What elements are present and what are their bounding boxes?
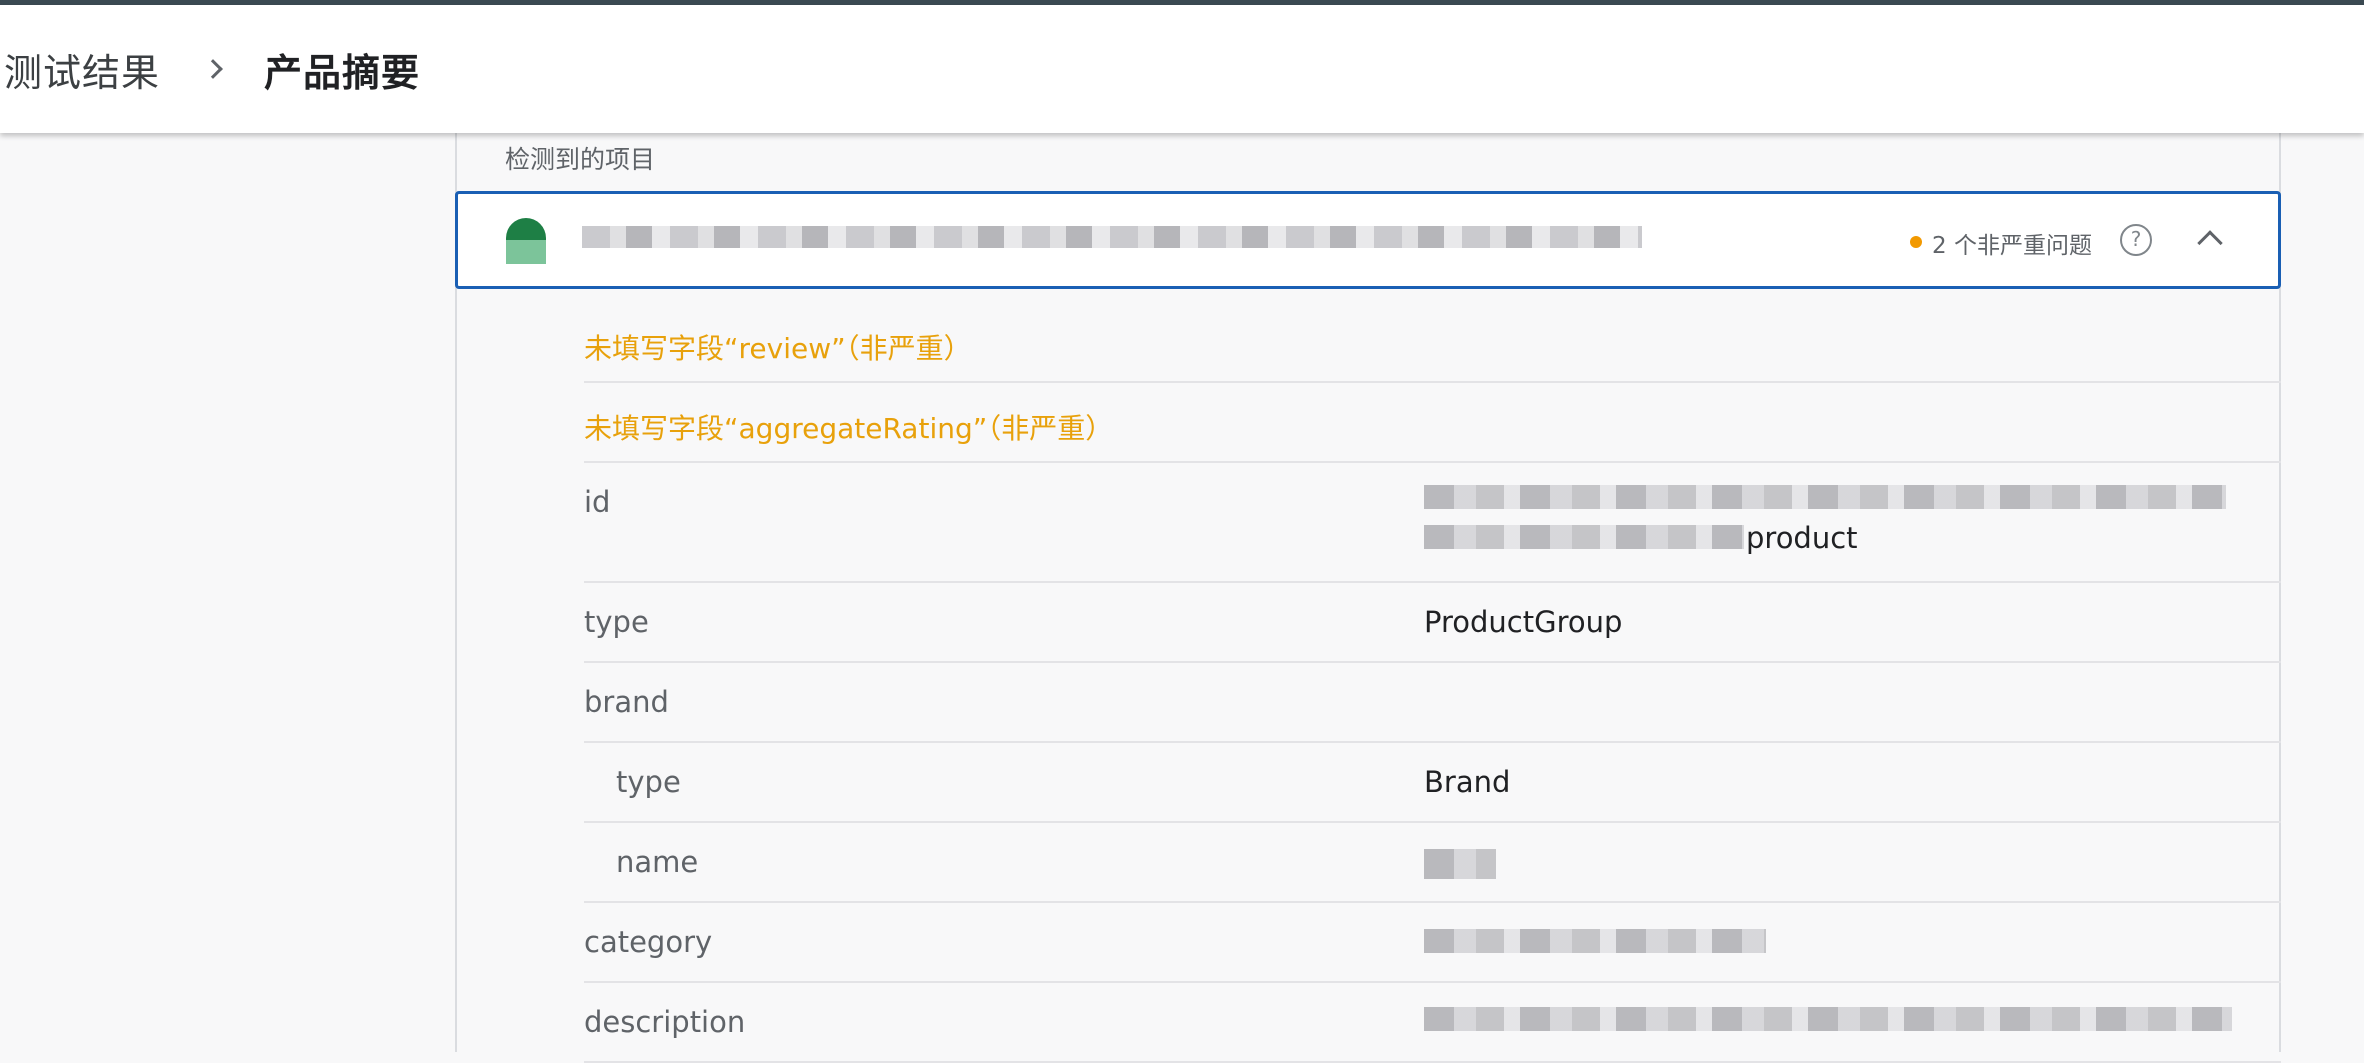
- redacted-value: [1424, 525, 1744, 549]
- warning-dot-icon: [1910, 236, 1922, 248]
- property-key: type: [584, 605, 649, 639]
- property-value: ProductGroup: [1424, 605, 1623, 639]
- item-name-redacted: [582, 226, 1642, 248]
- redacted-value: [1424, 929, 1766, 953]
- warning-text: 未填写字段“aggregateRating”（非严重）: [584, 412, 1114, 445]
- help-icon[interactable]: ?: [2120, 224, 2152, 256]
- property-row-brand-name: name: [584, 823, 2281, 903]
- redacted-value: [1424, 485, 2226, 509]
- page-header: 测试结果 产品摘要: [0, 5, 2364, 133]
- property-row-type: type ProductGroup: [584, 583, 2281, 663]
- property-key: type: [616, 765, 681, 799]
- section-label: 检测到的项目: [505, 145, 656, 174]
- chevron-right-icon: [203, 59, 223, 79]
- chevron-up-icon[interactable]: [2197, 230, 2223, 256]
- property-row-brand: brand: [584, 663, 2281, 743]
- property-value: Brand: [1424, 765, 1511, 799]
- warning-row[interactable]: 未填写字段“review”（非严重）: [584, 303, 2281, 383]
- property-row-brand-type: type Brand: [584, 743, 2281, 823]
- issue-count-label: 2 个非严重问题: [1932, 233, 2092, 259]
- redacted-value: [1424, 849, 1496, 879]
- property-key: category: [584, 925, 713, 959]
- detected-item-header[interactable]: 2 个非严重问题 ?: [455, 191, 2281, 289]
- property-value: product: [1746, 521, 1858, 555]
- property-row-description: description: [584, 983, 2281, 1063]
- product-icon: [506, 218, 546, 264]
- property-row-category: category: [584, 903, 2281, 983]
- redacted-value: [1424, 1007, 2232, 1031]
- item-details: 未填写字段“review”（非严重） 未填写字段“aggregateRating…: [584, 303, 2281, 1063]
- property-row-id: id product: [584, 463, 2281, 583]
- property-key: id: [584, 485, 611, 519]
- page-title: 产品摘要: [264, 50, 421, 95]
- property-key: brand: [584, 685, 669, 719]
- property-key: description: [584, 1005, 746, 1039]
- property-key: name: [616, 845, 699, 879]
- warning-text: 未填写字段“review”（非严重）: [584, 332, 972, 365]
- warning-row[interactable]: 未填写字段“aggregateRating”（非严重）: [584, 383, 2281, 463]
- breadcrumb-parent[interactable]: 测试结果: [4, 42, 160, 97]
